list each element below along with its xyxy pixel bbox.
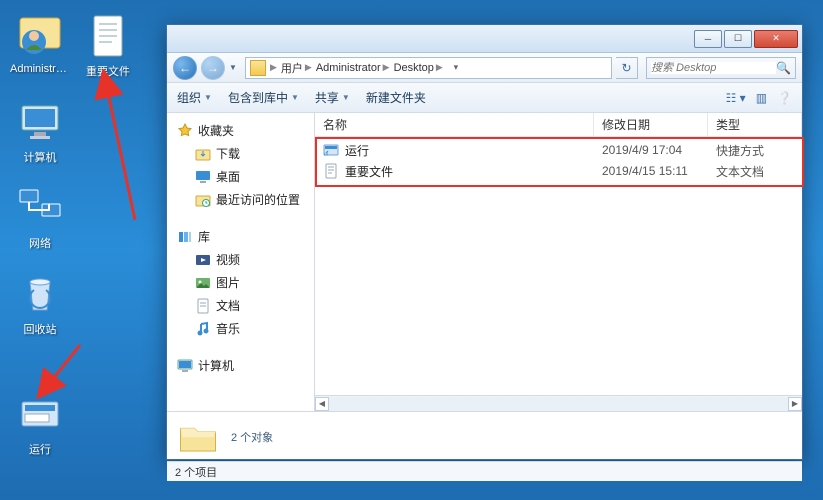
nav-desktop[interactable]: 桌面 [167, 165, 314, 188]
admin-icon [16, 12, 64, 60]
nav-recent[interactable]: 最近访问的位置 [167, 188, 314, 211]
column-headers: 名称 修改日期 类型 [315, 113, 802, 137]
pc-small-icon [177, 358, 193, 374]
file-name: 重要文件 [345, 163, 393, 180]
desktop-icon-recycle-bin[interactable]: 回收站 [10, 270, 70, 337]
video-icon [195, 252, 211, 268]
star-icon [177, 123, 193, 139]
toolbar: 组织▼ 包含到库中▼ 共享▼ 新建文件夹 ☷ ▾ ▥ ❔ [167, 83, 802, 113]
desktop-icon-label: 运行 [10, 441, 70, 457]
fav-header[interactable]: 收藏夹 [167, 119, 314, 142]
status-bar: 2 个项目 [167, 461, 802, 481]
doc-icon [195, 298, 211, 314]
search-box[interactable]: 🔍 [646, 57, 796, 79]
nav-pictures[interactable]: 图片 [167, 271, 314, 294]
close-button[interactable]: ✕ [754, 30, 798, 48]
toolbar-include[interactable]: 包含到库中▼ [228, 89, 299, 106]
desktop-icon-label: 计算机 [10, 149, 70, 165]
txt-icon [84, 12, 132, 60]
toolbar-share[interactable]: 共享▼ [315, 89, 350, 106]
desktop-icon-label: 回收站 [10, 321, 70, 337]
desktop-icon-network[interactable]: 网络 [10, 184, 70, 251]
scroll-right[interactable]: ▶ [788, 397, 802, 411]
file-list-pane: 名称 修改日期 类型 运行 2019/4/9 17:04 快捷方式 重要文件 2… [315, 113, 802, 411]
desktop-icon-label: 重要文件 [78, 63, 138, 79]
col-name[interactable]: 名称 [315, 113, 594, 136]
desktop-icon-administrator[interactable]: Administra... [10, 12, 70, 75]
shortcut-icon [323, 142, 339, 158]
help-button[interactable]: ❔ [777, 91, 792, 105]
h-scrollbar[interactable]: ◀ ▶ [315, 395, 802, 411]
file-row[interactable]: 运行 2019/4/9 17:04 快捷方式 [315, 140, 802, 160]
refresh-button[interactable]: ↻ [616, 57, 638, 79]
file-row[interactable]: 重要文件 2019/4/15 15:11 文本文档 [315, 161, 802, 181]
folder-icon [250, 60, 266, 76]
library-icon [177, 229, 193, 245]
bin-icon [16, 270, 64, 318]
titlebar: ─ ☐ ✕ [167, 25, 802, 53]
nav-computer[interactable]: 计算机 [167, 354, 314, 377]
details-pane: 2 个对象 [167, 411, 802, 461]
search-icon: 🔍 [776, 61, 791, 75]
address-bar[interactable]: ▶ 用户▶ Administrator▶ Desktop▶ ▾ [245, 57, 612, 79]
txt-small-icon [323, 163, 339, 179]
toolbar-organize[interactable]: 组织▼ [177, 89, 212, 106]
scroll-left[interactable]: ◀ [315, 397, 329, 411]
nav-music[interactable]: 音乐 [167, 317, 314, 340]
forward-button[interactable]: → [201, 56, 225, 80]
download-icon [195, 146, 211, 162]
run-icon [16, 390, 64, 438]
pc-icon [16, 98, 64, 146]
breadcrumb-sep[interactable]: ▶ [270, 62, 277, 73]
back-button[interactable]: ← [173, 56, 197, 80]
breadcrumb-desktop[interactable]: Desktop▶ [394, 62, 443, 74]
desktop-icon-computer[interactable]: 计算机 [10, 98, 70, 165]
explorer-window: ─ ☐ ✕ ← → ▼ ▶ 用户▶ Administrator▶ Desktop… [166, 24, 803, 460]
music-icon [195, 321, 211, 337]
file-name: 运行 [345, 142, 369, 159]
view-button[interactable]: ☷ ▾ [726, 91, 746, 105]
desktop-icon-important-file[interactable]: 重要文件 [78, 12, 138, 79]
nav-downloads[interactable]: 下载 [167, 142, 314, 165]
nav-history-dropdown[interactable]: ▼ [229, 63, 241, 72]
folder-large-icon [177, 416, 219, 458]
status-text: 2 个项目 [175, 464, 217, 480]
details-text: 2 个对象 [231, 429, 273, 445]
search-input[interactable] [651, 62, 776, 74]
toolbar-newfolder[interactable]: 新建文件夹 [366, 89, 426, 106]
col-type[interactable]: 类型 [708, 113, 802, 136]
file-date: 2019/4/15 15:11 [594, 164, 708, 178]
maximize-button[interactable]: ☐ [724, 30, 752, 48]
scroll-track[interactable] [329, 397, 788, 411]
nav-docs[interactable]: 文档 [167, 294, 314, 317]
recent-icon [195, 192, 211, 208]
breadcrumb-users[interactable]: 用户▶ [281, 60, 312, 76]
breadcrumb-administrator[interactable]: Administrator▶ [316, 62, 390, 74]
file-type: 快捷方式 [708, 142, 802, 159]
desktop-icon-run[interactable]: 运行 [10, 390, 70, 457]
preview-pane-button[interactable]: ▥ [756, 91, 767, 105]
desktop-icon-label: 网络 [10, 235, 70, 251]
desktop-icon-label: Administra... [10, 63, 70, 75]
nav-pane: 收藏夹 下载 桌面 最近访问的位置 库 视频 图片 文档 音乐 计算机 [167, 113, 315, 411]
file-type: 文本文档 [708, 163, 802, 180]
desktop-icon [195, 169, 211, 185]
address-dropdown[interactable]: ▾ [447, 62, 465, 73]
col-date[interactable]: 修改日期 [594, 113, 708, 136]
net-icon [16, 184, 64, 232]
minimize-button[interactable]: ─ [694, 30, 722, 48]
navbar: ← → ▼ ▶ 用户▶ Administrator▶ Desktop▶ ▾ ↻ … [167, 53, 802, 83]
nav-videos[interactable]: 视频 [167, 248, 314, 271]
file-date: 2019/4/9 17:04 [594, 143, 708, 157]
lib-header[interactable]: 库 [167, 225, 314, 248]
file-list[interactable]: 运行 2019/4/9 17:04 快捷方式 重要文件 2019/4/15 15… [315, 137, 802, 395]
picture-icon [195, 275, 211, 291]
